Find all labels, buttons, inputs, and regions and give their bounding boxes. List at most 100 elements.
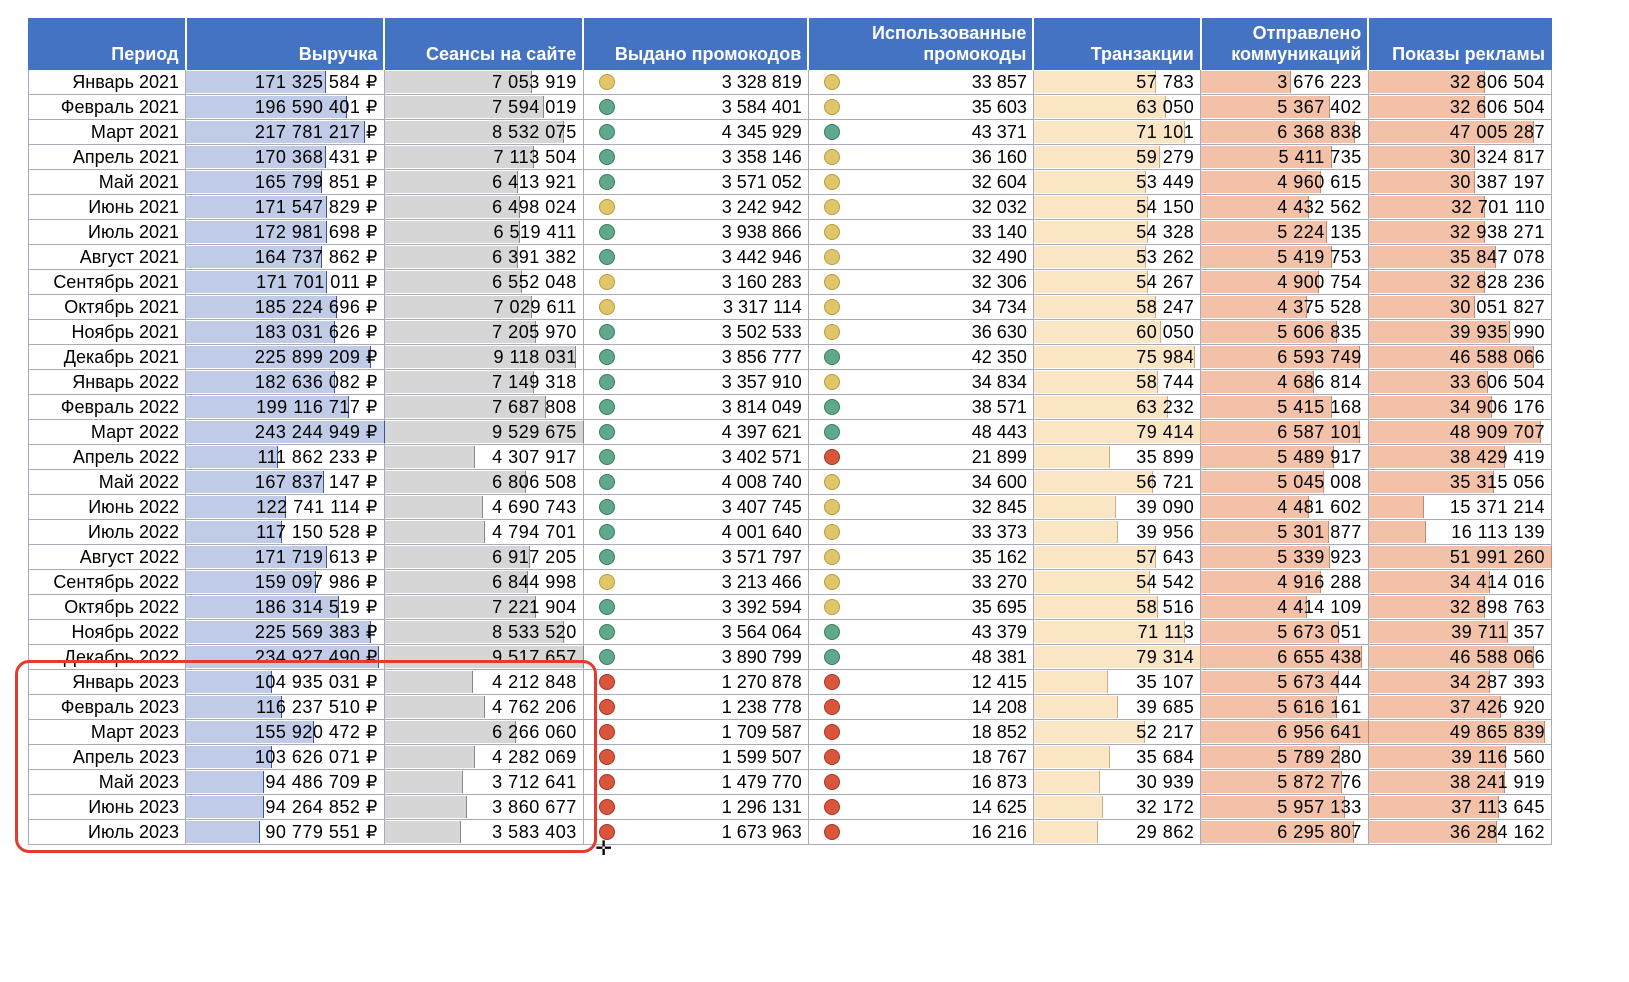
revenue-cell: 94 264 852 ₽	[186, 795, 384, 819]
table-row: Ноябрь 2021183 031 626 ₽7 205 9703 502 5…	[29, 320, 1552, 345]
indicator-dot-icon	[824, 199, 840, 215]
indicator-dot-icon	[599, 249, 615, 265]
promos-issued-cell: 3 407 745	[584, 495, 808, 519]
ad-impressions-cell: 32 701 110	[1369, 195, 1551, 219]
table-row: Февраль 2022199 116 717 ₽7 687 8083 814 …	[29, 395, 1552, 420]
period-cell: Сентябрь 2022	[29, 570, 185, 594]
indicator-dot-icon	[599, 624, 615, 640]
transactions-cell: 58 744	[1034, 370, 1200, 394]
indicator-dot-icon	[824, 824, 840, 840]
indicator-dot-icon	[824, 449, 840, 465]
comms-sent-cell: 6 295 807	[1201, 820, 1367, 844]
table-row: Апрель 2023103 626 071 ₽4 282 0691 599 5…	[29, 745, 1552, 770]
table-row: Январь 2022182 636 082 ₽7 149 3183 357 9…	[29, 370, 1552, 395]
indicator-dot-icon	[599, 549, 615, 565]
indicator-dot-icon	[824, 424, 840, 440]
revenue-cell: 199 116 717 ₽	[186, 395, 384, 419]
transactions-cell: 57 643	[1034, 545, 1200, 569]
revenue-cell: 90 779 551 ₽	[186, 820, 384, 844]
promos-issued-cell: 3 571 052	[584, 170, 808, 194]
promos-used-cell: 12 415	[809, 670, 1033, 694]
promos-issued-cell: 3 938 866	[584, 220, 808, 244]
ad-impressions-cell: 35 847 078	[1369, 245, 1551, 269]
promos-issued-cell: 3 814 049	[584, 395, 808, 419]
sessions-cell: 4 762 206	[385, 695, 583, 719]
comms-sent-cell: 6 956 641	[1201, 720, 1367, 744]
comms-sent-cell: 5 367 402	[1201, 95, 1367, 119]
indicator-dot-icon	[599, 299, 615, 315]
transactions-cell: 75 984	[1034, 345, 1200, 369]
transactions-cell: 54 267	[1034, 270, 1200, 294]
indicator-dot-icon	[824, 74, 840, 90]
table-row: Сентябрь 2021171 701 011 ₽6 552 0483 160…	[29, 270, 1552, 295]
indicator-dot-icon	[824, 374, 840, 390]
sessions-cell: 7 594 019	[385, 95, 583, 119]
period-cell: Февраль 2023	[29, 695, 185, 719]
comms-sent-cell: 6 593 749	[1201, 345, 1367, 369]
table-row: Март 2022243 244 949 ₽9 529 6754 397 621…	[29, 420, 1552, 445]
indicator-dot-icon	[824, 349, 840, 365]
sessions-cell: 9 529 675	[385, 420, 583, 444]
indicator-dot-icon	[824, 474, 840, 490]
sessions-cell: 6 844 998	[385, 570, 583, 594]
promos-used-cell: 43 371	[809, 120, 1033, 144]
ad-impressions-cell: 30 387 197	[1369, 170, 1551, 194]
revenue-cell: 111 862 233 ₽	[186, 445, 384, 469]
table-body: Январь 2021171 325 584 ₽7 053 9193 328 8…	[29, 70, 1552, 845]
promos-used-cell: 48 443	[809, 420, 1033, 444]
promos-issued-cell: 1 270 878	[584, 670, 808, 694]
table-row: Июнь 2022122 741 114 ₽4 690 7433 407 745…	[29, 495, 1552, 520]
ad-impressions-cell: 34 906 176	[1369, 395, 1551, 419]
indicator-dot-icon	[824, 249, 840, 265]
ad-impressions-cell: 32 606 504	[1369, 95, 1551, 119]
table-row: Февраль 2023116 237 510 ₽4 762 2061 238 …	[29, 695, 1552, 720]
revenue-cell: 196 590 401 ₽	[186, 95, 384, 119]
comms-sent-cell: 5 415 168	[1201, 395, 1367, 419]
period-cell: Апрель 2021	[29, 145, 185, 169]
comms-sent-cell: 5 789 280	[1201, 745, 1367, 769]
revenue-cell: 182 636 082 ₽	[186, 370, 384, 394]
indicator-dot-icon	[824, 499, 840, 515]
promos-used-cell: 35 603	[809, 95, 1033, 119]
promos-used-cell: 18 852	[809, 720, 1033, 744]
transactions-cell: 52 217	[1034, 720, 1200, 744]
period-cell: Май 2022	[29, 470, 185, 494]
promos-issued-cell: 4 001 640	[584, 520, 808, 544]
ad-impressions-cell: 15 371 214	[1369, 495, 1551, 519]
promos-used-cell: 35 695	[809, 595, 1033, 619]
promos-used-cell: 18 767	[809, 745, 1033, 769]
promos-issued-cell: 3 442 946	[584, 245, 808, 269]
transactions-cell: 59 279	[1034, 145, 1200, 169]
revenue-cell: 94 486 709 ₽	[186, 770, 384, 794]
indicator-dot-icon	[599, 449, 615, 465]
promos-issued-cell: 3 564 064	[584, 620, 808, 644]
period-cell: Март 2023	[29, 720, 185, 744]
header-row: Период Выручка Сеансы на сайте Выдано пр…	[29, 19, 1552, 70]
indicator-dot-icon	[599, 674, 615, 690]
indicator-dot-icon	[824, 274, 840, 290]
promos-issued-cell: 3 213 466	[584, 570, 808, 594]
revenue-cell: 116 237 510 ₽	[186, 695, 384, 719]
sessions-cell: 4 212 848	[385, 670, 583, 694]
indicator-dot-icon	[599, 799, 615, 815]
sessions-cell: 7 205 970	[385, 320, 583, 344]
period-cell: Октябрь 2022	[29, 595, 185, 619]
table-row: Март 2023155 920 472 ₽6 266 0601 709 587…	[29, 720, 1552, 745]
table-row: Июль 2021172 981 698 ₽6 519 4113 938 866…	[29, 220, 1552, 245]
table-row: Декабрь 2022234 927 490 ₽9 517 6573 890 …	[29, 645, 1552, 670]
promos-issued-cell: 1 296 131	[584, 795, 808, 819]
indicator-dot-icon	[824, 774, 840, 790]
period-cell: Май 2023	[29, 770, 185, 794]
indicator-dot-icon	[599, 174, 615, 190]
th-promos-issued: Выдано промокодов	[583, 19, 808, 70]
comms-sent-cell: 5 616 161	[1201, 695, 1367, 719]
table-row: Июль 202390 779 551 ₽3 583 4031 673 9631…	[29, 820, 1552, 845]
indicator-dot-icon	[824, 174, 840, 190]
sessions-cell: 4 794 701	[385, 520, 583, 544]
promos-used-cell: 16 873	[809, 770, 1033, 794]
ad-impressions-cell: 35 315 056	[1369, 470, 1551, 494]
revenue-cell: 172 981 698 ₽	[186, 220, 384, 244]
promos-used-cell: 33 373	[809, 520, 1033, 544]
indicator-dot-icon	[599, 474, 615, 490]
ad-impressions-cell: 16 113 139	[1369, 520, 1551, 544]
